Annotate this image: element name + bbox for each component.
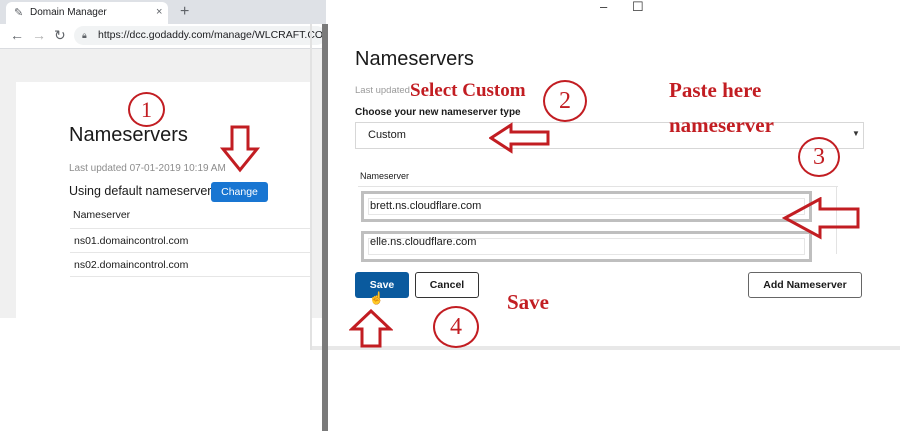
- last-updated-partial: Last updated: [355, 85, 410, 96]
- page-title: Nameservers: [69, 124, 188, 146]
- tab-title: Domain Manager: [30, 7, 107, 18]
- back-icon[interactable]: ←: [10, 27, 24, 43]
- blank-area: [328, 350, 900, 431]
- nameserver-column-header: Nameserver: [360, 171, 410, 181]
- selected-type-value[interactable]: Custom: [368, 129, 406, 142]
- change-button[interactable]: Change: [211, 182, 268, 202]
- table-row: ns01.domaincontrol.com: [70, 228, 312, 253]
- add-nameserver-button[interactable]: Add Nameserver: [748, 272, 862, 298]
- edit-panel-title: Nameservers: [355, 48, 474, 70]
- blank-area: [0, 318, 322, 431]
- screenshot-divider: [322, 24, 328, 431]
- nameserver-input-2-value[interactable]: elle.ns.cloudflare.com: [370, 236, 476, 249]
- save-annotation: Save: [507, 290, 549, 314]
- hand-cursor-icon: ☝: [369, 291, 384, 305]
- nameserver-input-1-value[interactable]: brett.ns.cloudflare.com: [370, 200, 481, 213]
- new-tab-icon[interactable]: +: [180, 2, 189, 22]
- reload-icon[interactable]: ↻: [54, 27, 66, 43]
- nameserver-value: ns02.domaincontrol.com: [74, 259, 189, 271]
- nameserver-value: ns01.domaincontrol.com: [74, 235, 189, 247]
- left-arrow-icon: [782, 197, 860, 240]
- step-1-circle: 1: [128, 92, 165, 127]
- table-divider: [70, 276, 312, 277]
- paste-here-annotation-line1: Paste here: [669, 78, 762, 102]
- chevron-down-icon[interactable]: ▼: [852, 128, 860, 140]
- panel-edge: [310, 24, 312, 350]
- last-updated: Last updated 07-01-2019 10:19 AM: [69, 163, 226, 174]
- browser-tab[interactable]: ✎ Domain Manager ×: [6, 2, 168, 24]
- up-arrow-icon: [349, 309, 393, 348]
- nameserver-column-header: Nameserver: [73, 209, 131, 221]
- using-default-label: Using default nameservers: [69, 184, 218, 198]
- lock-icon: 🔒︎: [82, 30, 87, 40]
- minimize-icon[interactable]: –: [600, 0, 607, 14]
- left-arrow-icon: [489, 122, 550, 154]
- table-divider: [358, 186, 838, 187]
- cancel-button[interactable]: Cancel: [415, 272, 479, 298]
- step-4-circle: 4: [433, 306, 479, 348]
- maximize-icon[interactable]: ☐: [632, 0, 644, 14]
- select-custom-annotation: Select Custom: [410, 80, 526, 101]
- table-row: ns02.domaincontrol.com: [70, 252, 312, 277]
- paste-here-annotation-line2: nameserver: [669, 113, 774, 137]
- step-3-circle: 3: [798, 137, 840, 177]
- step-2-circle: 2: [543, 80, 587, 122]
- forward-icon[interactable]: →: [32, 27, 46, 43]
- close-tab-icon[interactable]: ×: [156, 6, 162, 18]
- address-url[interactable]: https://dcc.godaddy.com/manage/WLCRAFT.C…: [98, 29, 326, 42]
- nameserver-type-select[interactable]: [355, 122, 864, 149]
- window-title-strip: [326, 0, 670, 24]
- down-arrow-icon: [220, 125, 260, 173]
- nameserver-type-label: Choose your new nameserver type: [355, 107, 521, 118]
- godaddy-favicon-icon: ✎: [14, 7, 24, 19]
